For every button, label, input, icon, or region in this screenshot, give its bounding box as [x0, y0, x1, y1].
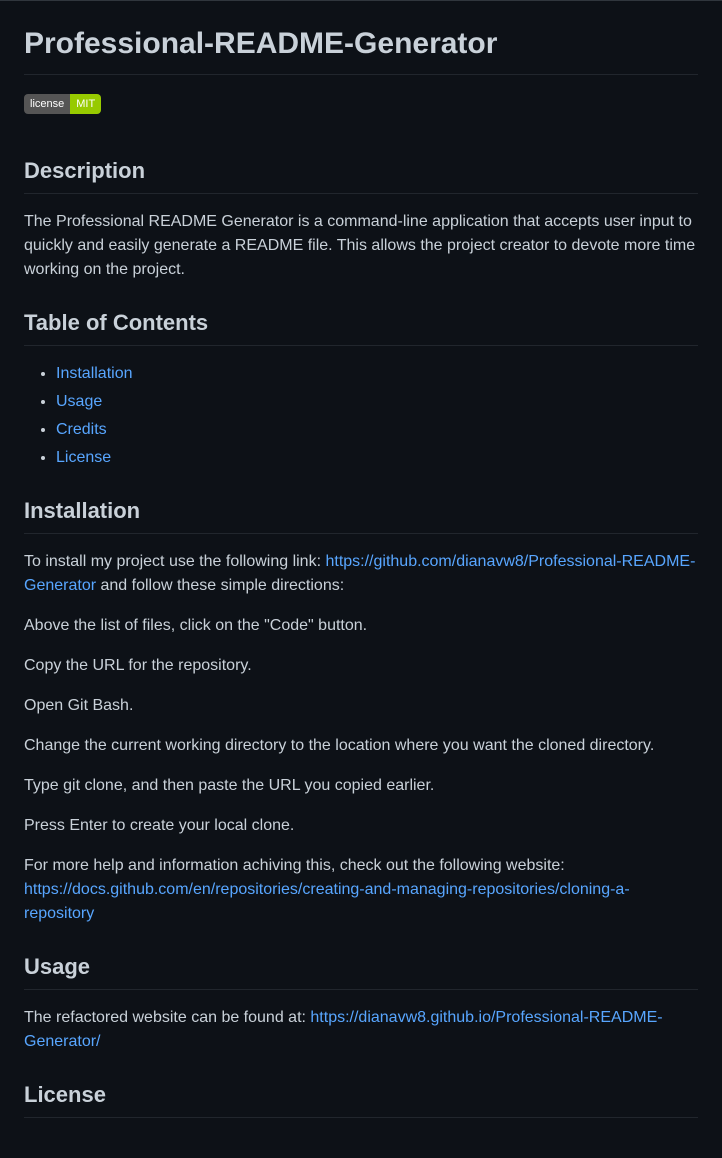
installation-step: Press Enter to create your local clone. [24, 814, 698, 838]
usage-text-prefix: The refactored website can be found at: [24, 1009, 310, 1026]
toc-link-license[interactable]: License [56, 449, 111, 466]
installation-step: Open Git Bash. [24, 694, 698, 718]
installation-step: Change the current working directory to … [24, 734, 698, 758]
toc-heading: Table of Contents [24, 306, 698, 346]
list-item: Credits [56, 418, 698, 442]
usage-heading: Usage [24, 950, 698, 990]
page-title: Professional-README-Generator [24, 21, 698, 75]
installation-step: Above the list of files, click on the "C… [24, 614, 698, 638]
toc-link-installation[interactable]: Installation [56, 365, 133, 382]
license-badge: license MIT [24, 94, 101, 114]
toc-link-credits[interactable]: Credits [56, 421, 107, 438]
list-item: License [56, 446, 698, 470]
toc-list: Installation Usage Credits License [24, 362, 698, 470]
license-heading: License [24, 1078, 698, 1118]
description-heading: Description [24, 154, 698, 194]
badge-value: MIT [70, 94, 101, 114]
installation-intro: To install my project use the following … [24, 550, 698, 598]
installation-step: Type git clone, and then paste the URL y… [24, 774, 698, 798]
badge-label: license [24, 94, 70, 114]
toc-link-usage[interactable]: Usage [56, 393, 102, 410]
installation-help-link[interactable]: https://docs.github.com/en/repositories/… [24, 881, 630, 922]
installation-help: For more help and information achiving t… [24, 854, 698, 926]
installation-heading: Installation [24, 494, 698, 534]
list-item: Usage [56, 390, 698, 414]
installation-help-text: For more help and information achiving t… [24, 857, 565, 874]
list-item: Installation [56, 362, 698, 386]
installation-intro-suffix: and follow these simple directions: [96, 577, 344, 594]
usage-text: The refactored website can be found at: … [24, 1006, 698, 1054]
description-text: The Professional README Generator is a c… [24, 210, 698, 282]
installation-step: Copy the URL for the repository. [24, 654, 698, 678]
installation-intro-prefix: To install my project use the following … [24, 553, 325, 570]
